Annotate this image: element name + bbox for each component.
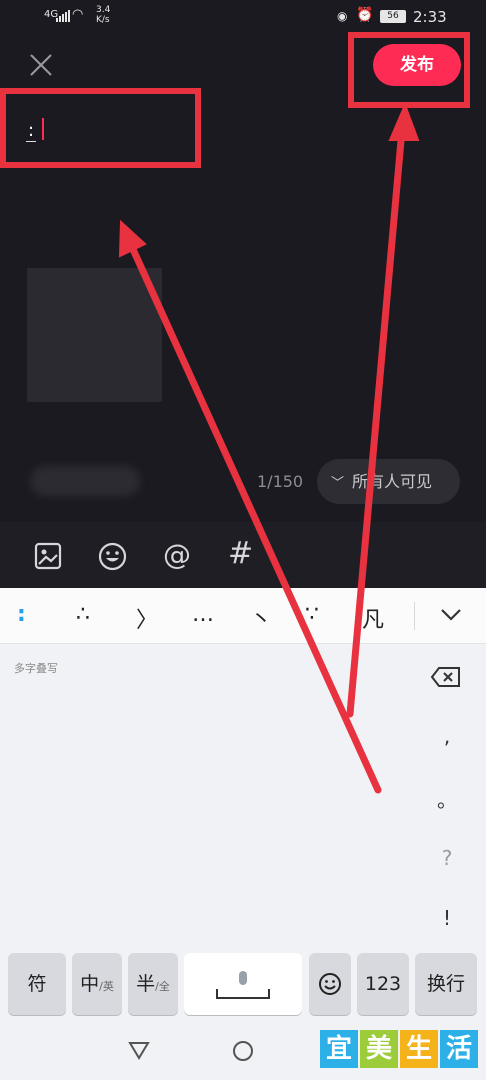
candidate-item[interactable]: ∴ (76, 602, 90, 627)
punctuation-key[interactable]: , (418, 724, 476, 748)
network-speed: 3.4 K/s (96, 5, 111, 25)
emoji-icon[interactable] (98, 542, 127, 571)
backspace-icon[interactable] (430, 666, 462, 688)
alarm-icon: ⏰ (356, 7, 374, 23)
numbers-key[interactable]: 123 (357, 953, 409, 1015)
ime-keyboard: : ∴ 〉 … 丶 ∵ 凡 多字叠写 , 。 ? ! 符 中/英 半/全 123… (0, 588, 486, 1020)
space-key[interactable] (184, 953, 302, 1015)
wifi-icon: ◠ (72, 7, 84, 22)
candidate-item[interactable]: 丶 (250, 602, 272, 634)
watermark-logo: 宜美生活 (320, 1030, 480, 1070)
candidate-bar: : ∴ 〉 … 丶 ∵ 凡 (0, 588, 486, 644)
signal-icon (56, 10, 70, 22)
battery-icon: 56 (380, 10, 406, 23)
width-sub: /全 (155, 980, 170, 993)
at-icon[interactable]: @ (163, 538, 191, 571)
status-bar: 4G ◠ 3.4 K/s ◉ ⏰ 56 2:33 (0, 0, 486, 34)
divider (414, 602, 415, 630)
visibility-selector[interactable]: ﹀ 所有人可见 (317, 459, 460, 504)
back-icon[interactable] (128, 1040, 150, 1060)
blurred-location (30, 466, 140, 496)
emoji-icon (319, 973, 341, 995)
enter-key[interactable]: 换行 (415, 953, 477, 1015)
visibility-label: 所有人可见 (352, 472, 433, 491)
candidate-item[interactable]: : (17, 602, 26, 627)
punctuation-key[interactable]: ! (418, 906, 476, 930)
clock: 2:33 (413, 8, 447, 26)
language-key[interactable]: 中/英 (72, 953, 122, 1015)
microphone-icon (216, 971, 270, 999)
eye-icon: ◉ (337, 9, 348, 23)
chevron-down-icon: ﹀ (331, 476, 345, 491)
annotation-box-publish (348, 32, 470, 108)
language-main: 中 (80, 973, 100, 995)
width-main: 半 (136, 973, 156, 995)
hashtag-icon[interactable]: # (228, 536, 253, 571)
annotation-box-input (0, 88, 201, 168)
handwriting-hint: 多字叠写 (14, 662, 58, 675)
home-icon[interactable] (232, 1040, 254, 1062)
compose-toolbar: @ # (0, 522, 486, 588)
candidate-item[interactable]: 凡 (362, 602, 384, 634)
punctuation-key[interactable]: 。 (418, 784, 476, 813)
chevron-down-icon[interactable] (440, 608, 462, 622)
candidate-item[interactable]: ∵ (305, 602, 319, 627)
image-icon[interactable] (34, 542, 62, 570)
close-icon[interactable] (28, 52, 54, 78)
candidate-item[interactable]: 〉 (136, 602, 158, 634)
punctuation-key[interactable]: ? (418, 846, 476, 870)
candidate-item[interactable]: … (192, 602, 214, 627)
video-thumbnail[interactable] (27, 268, 162, 402)
language-sub: /英 (99, 980, 114, 993)
symbols-key[interactable]: 符 (8, 953, 66, 1015)
width-toggle-key[interactable]: 半/全 (128, 953, 178, 1015)
character-counter: 1/150 (257, 472, 304, 491)
emoji-key[interactable] (309, 953, 351, 1015)
